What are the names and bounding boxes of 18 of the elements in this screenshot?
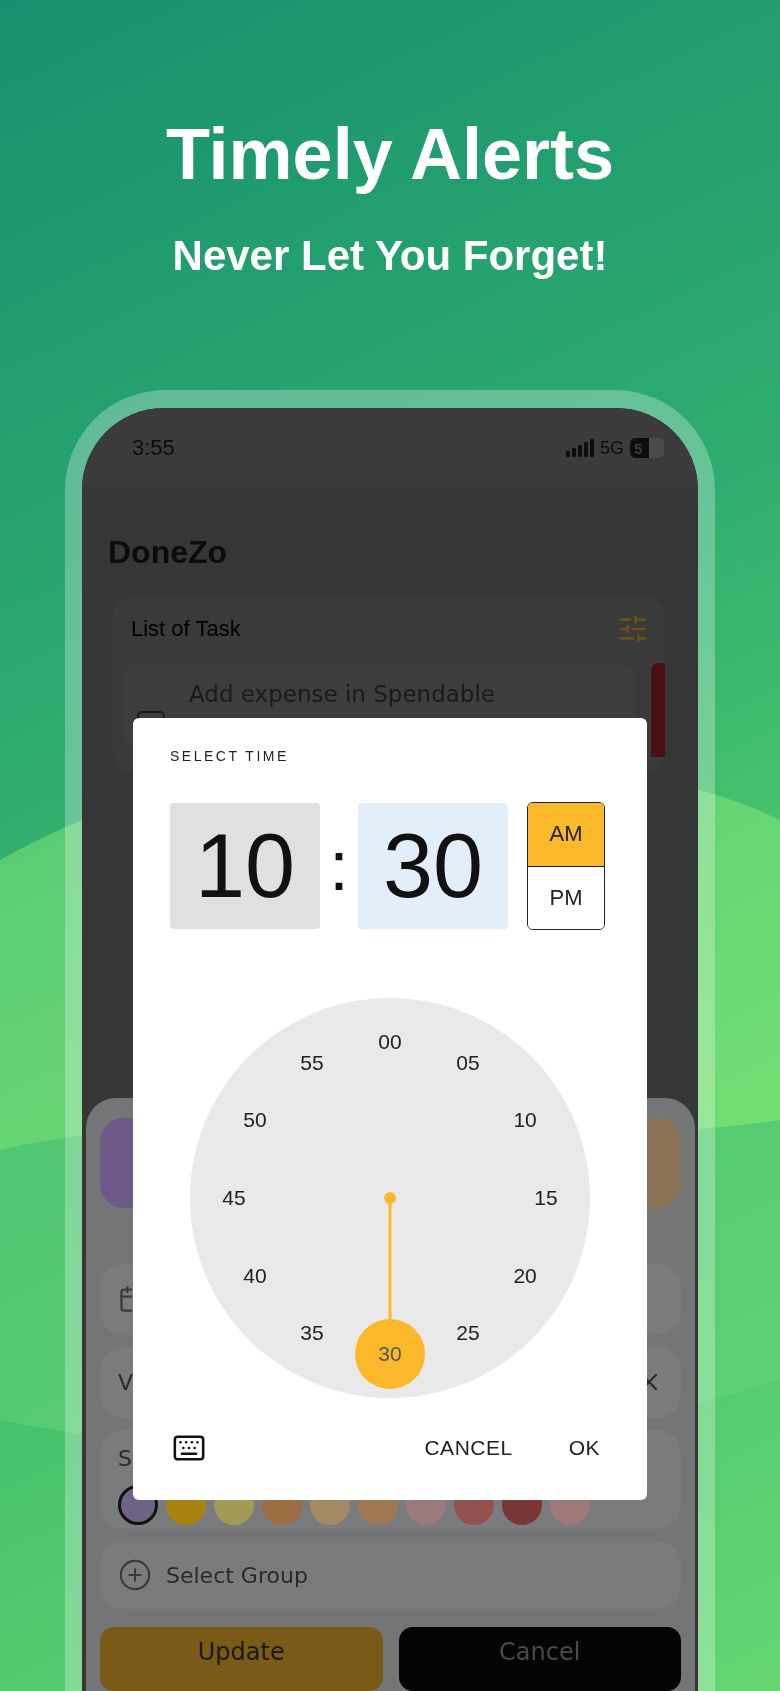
period-toggle[interactable]: AM	[528, 803, 604, 866]
row-label: V	[118, 1369, 134, 1395]
time-separator: :	[328, 831, 350, 901]
row-label: S	[118, 1445, 132, 1471]
add-icon[interactable]	[118, 1558, 152, 1593]
card-title: List of Task	[131, 616, 241, 642]
dialog-action[interactable]: CANCEL	[414, 1428, 523, 1468]
calendar-icon	[118, 1285, 132, 1314]
subheadline: Never Let You Forget!	[172, 232, 608, 280]
signal-icon	[566, 439, 594, 457]
minute-field[interactable]: 30	[358, 803, 508, 929]
dial-number[interactable]: 00	[355, 1007, 425, 1077]
hour-field[interactable]: 10	[170, 803, 320, 929]
dial-number[interactable]: 15	[511, 1163, 581, 1233]
dialog-title: SELECT TIME	[170, 748, 290, 764]
dialog-action[interactable]: OK	[558, 1428, 610, 1468]
dial-number[interactable]: 45	[199, 1163, 269, 1233]
period-toggle[interactable]: PM	[528, 865, 604, 929]
